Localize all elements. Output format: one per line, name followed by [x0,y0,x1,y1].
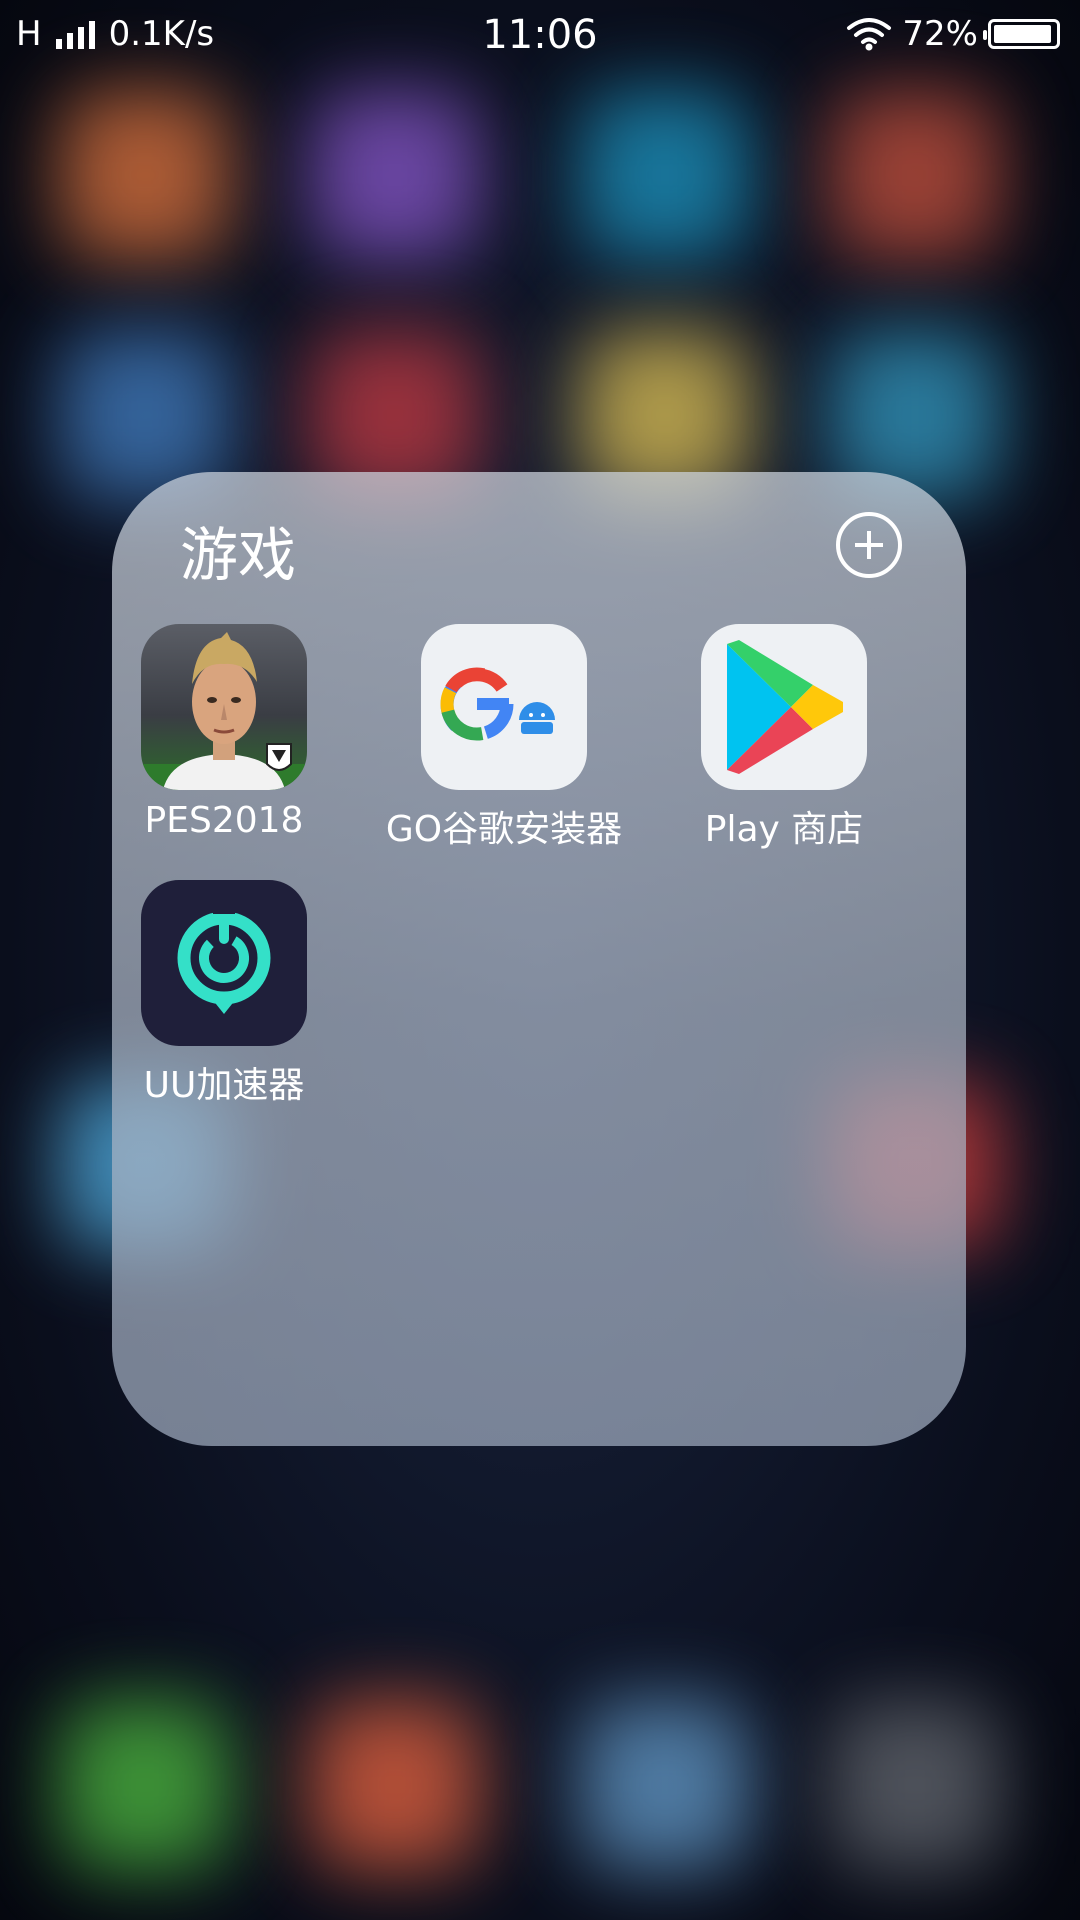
app-google-play-store[interactable]: Play 商店 [644,624,924,852]
app-pes2018[interactable]: PES2018 [84,624,364,841]
pes2018-app-icon [141,624,307,790]
folder-title[interactable]: 游戏 [180,508,296,592]
app-folder: 游戏 PES2018 GO谷歌安装器 Play 商店 UU加速器 [112,472,966,1446]
status-right: 72% [846,14,1060,54]
app-label: Play 商店 [704,809,864,850]
uu-accelerator-icon [141,880,307,1046]
battery-icon [983,19,1060,49]
app-label: GO谷歌安装器 [385,809,623,850]
add-app-button[interactable] [836,512,902,578]
app-label: PES2018 [144,800,304,841]
battery-percent: 72% [902,14,978,54]
google-play-icon [701,624,867,790]
app-uu-accelerator[interactable]: UU加速器 [84,880,364,1108]
status-bar: H 0.1K/s 11:06 72% [0,0,1080,76]
wifi-icon [847,18,892,51]
app-go-google-installer[interactable]: GO谷歌安装器 [364,624,644,852]
go-google-installer-icon [421,624,587,790]
app-label: UU加速器 [143,1065,305,1106]
battery-level-fill [994,25,1051,43]
